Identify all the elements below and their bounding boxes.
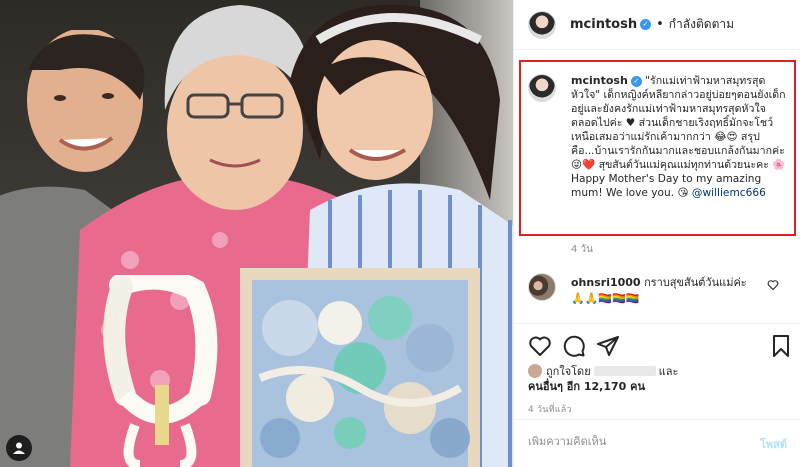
comment-icon[interactable] [562,334,586,358]
share-icon[interactable] [596,334,620,358]
caption-mention-link[interactable]: @williemc666 [692,187,766,199]
verified-badge-icon: ✓ [640,19,652,30]
likes-summary: ถูกใจโดย และ คนอื่นๆ อีก 12,170 คน [528,364,793,394]
post-actions [514,323,800,367]
caption-age: 4 วัน [571,244,593,255]
caption-text: "รักแม่เท่าฟ้ามหาสมุทรสุดหัวใจ" เด็กหญิง… [571,75,786,199]
commenter-username[interactable]: ohnsri1000 [571,276,641,289]
commenter-avatar[interactable] [528,273,556,301]
header-separator: • [656,17,664,32]
photo-flower-box [240,268,480,467]
post-photo[interactable] [0,0,513,467]
comment-composer: โพสต์ [514,419,800,467]
likes-count-link[interactable]: คนอื่นๆ อีก 12,170 คน [528,380,645,393]
user-tag-icon[interactable] [6,435,32,461]
caption-username[interactable]: mcintosh [571,74,628,87]
posted-time: 4 วันที่แล้ว [528,405,572,415]
post-sidebar: mcintosh ✓ • กำลังติดตาม mcintosh ✓ "รักแ… [513,0,800,467]
heart-icon[interactable] [528,334,552,358]
comment-like-heart-icon[interactable] [767,279,779,291]
comment-input[interactable] [528,435,728,448]
verified-badge-icon: ✓ [630,76,642,87]
liker-avatar [528,364,542,378]
liker-username-blurred[interactable] [593,366,656,376]
caption-avatar[interactable] [528,74,556,102]
caption-text-block: mcintosh ✓ "รักแม่เท่าฟ้ามหาสมุทรสุดหัวใจ… [571,74,789,200]
author-avatar[interactable] [528,10,556,39]
author-username[interactable]: mcintosh [570,17,637,32]
following-button[interactable]: กำลังติดตาม [669,15,734,34]
likes-middle: และ [658,365,679,378]
bookmark-icon[interactable] [769,334,793,358]
photo-jasmine-garland [103,275,218,467]
post-header: mcintosh ✓ • กำลังติดตาม [514,0,800,50]
post-comment-button[interactable]: โพสต์ [760,435,787,453]
comment-text-block: ohnsri1000 กราบสุขสันต์วันแม่ค่ะ 🙏🙏🏳️‍🌈🏳… [571,275,761,307]
likes-prefix: ถูกใจโดย [546,365,591,378]
